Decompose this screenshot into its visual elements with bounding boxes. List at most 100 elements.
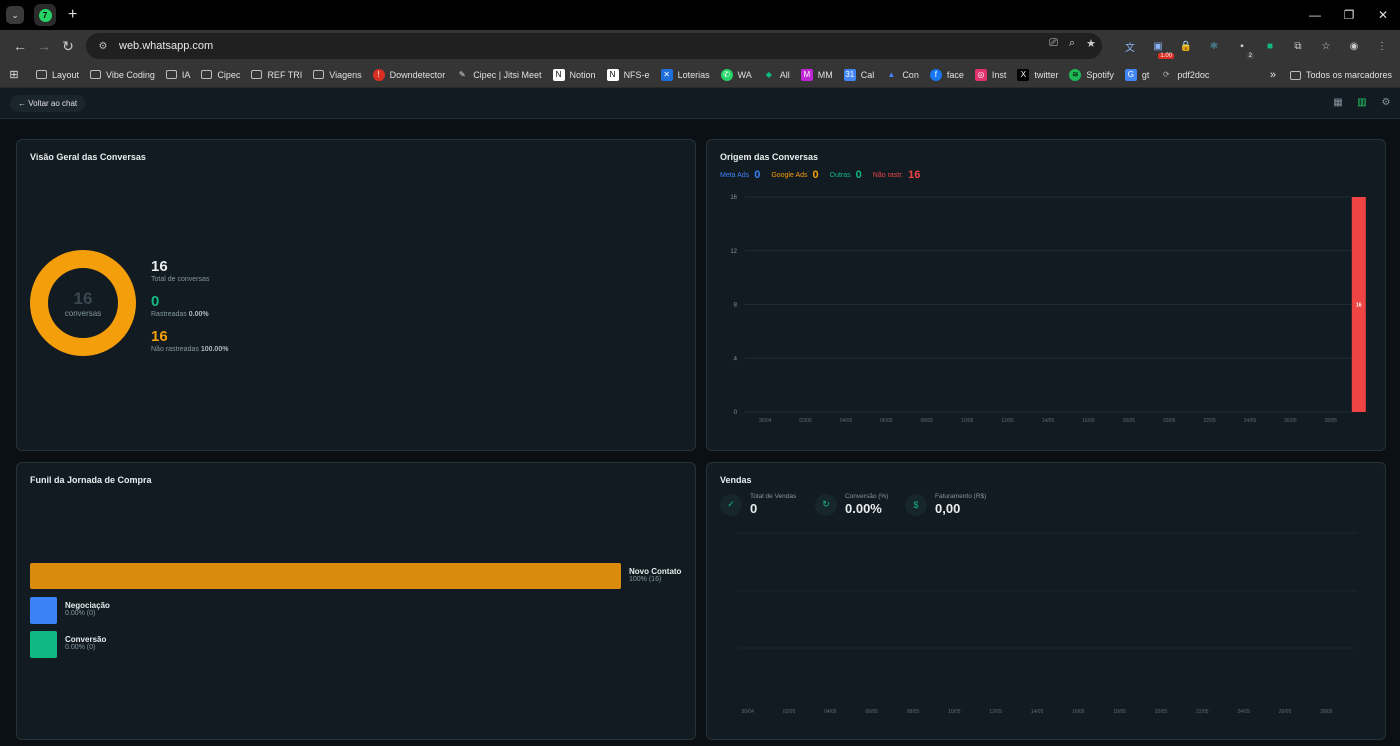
bookmark-loterias[interactable]: ✕ Loterias bbox=[660, 68, 710, 81]
x-tick-label: 26/05 bbox=[1279, 709, 1292, 715]
google-translate-icon: G bbox=[1124, 68, 1137, 81]
bookmark-ref-tri[interactable]: REF TRI bbox=[251, 70, 302, 80]
translate-extension-icon[interactable]: 文 bbox=[1120, 36, 1140, 56]
x-tick-label: 02/05 bbox=[799, 418, 812, 424]
x-tick-label: 28/05 bbox=[1320, 709, 1333, 715]
counter-extension-icon[interactable]: ▪ 2 bbox=[1232, 36, 1254, 59]
x-tick-label: 14/05 bbox=[1031, 709, 1044, 715]
tracked-value: 0 bbox=[151, 293, 160, 310]
total-stat: 16 Total de conversas bbox=[151, 258, 209, 283]
bookmark-inst[interactable]: ◎ Inst bbox=[974, 68, 1006, 81]
bookmark-nfse[interactable]: N NFS-e bbox=[606, 68, 650, 81]
bookmark-face[interactable]: f face bbox=[929, 68, 964, 81]
forward-arrow-icon[interactable]: → bbox=[32, 38, 56, 54]
react-extension-icon[interactable]: ⚛ bbox=[1204, 36, 1224, 56]
stage-name: Novo Contato bbox=[629, 567, 682, 576]
folder-icon bbox=[251, 70, 263, 79]
grid-view-icon[interactable]: ▦ bbox=[1332, 96, 1344, 108]
bookmark-gt[interactable]: Ggt bbox=[1124, 68, 1149, 81]
bookmark-vibe-coding[interactable]: Vibe Coding bbox=[90, 70, 155, 80]
bookmark-notion[interactable]: N Notion bbox=[552, 68, 596, 81]
bookmark-pdf2doc[interactable]: ⟳ pdf2doc bbox=[1160, 69, 1209, 81]
x-tick-label: 18/05 bbox=[1123, 418, 1136, 424]
x-tick-label: 02/05 bbox=[783, 709, 796, 715]
tracked-stat: 0 Rastreadas 0.00% bbox=[151, 293, 209, 318]
bookmark-all[interactable]: ◆ All bbox=[763, 69, 790, 81]
browser-tab-bar: ⌄ 7 + — ❐ ✕ bbox=[0, 0, 1400, 30]
settings-gear-icon[interactable]: ⚙ bbox=[1380, 96, 1392, 108]
app-header: ← Voltar ao chat ▦ ▥ ⚙ bbox=[0, 88, 1400, 119]
green-extension-icon[interactable]: ■ bbox=[1260, 36, 1280, 56]
x-tick-label: 22/05 bbox=[1203, 418, 1216, 424]
x-tick-label: 30/04 bbox=[759, 418, 772, 424]
x-tick-label: 20/05 bbox=[1155, 709, 1168, 715]
origin-card: Origem das Conversas Meta Ads 0 Google A… bbox=[706, 139, 1386, 451]
funnel-square-conversao bbox=[30, 631, 57, 658]
stage-sub: 0.00% (0) bbox=[65, 610, 96, 617]
calendar-icon: 31 bbox=[843, 68, 856, 81]
bookmark-twitter[interactable]: Xtwitter bbox=[1017, 68, 1058, 81]
bookmark-ia[interactable]: IA bbox=[165, 70, 190, 80]
all-bookmarks-folder[interactable]: Todos os marcadores bbox=[1289, 70, 1392, 80]
notion-icon: N bbox=[552, 68, 565, 81]
x-tick-label: 08/05 bbox=[907, 709, 920, 715]
loterias-icon: ✕ bbox=[660, 68, 673, 81]
address-bar[interactable]: ⚙ web.whatsapp.com ⎚ ⌕ ★ bbox=[86, 33, 1102, 59]
close-icon[interactable]: ✕ bbox=[1366, 0, 1400, 30]
x-tick-label: 06/05 bbox=[865, 709, 878, 715]
profile-avatar-icon[interactable]: ◉ bbox=[1344, 36, 1364, 56]
minimize-icon[interactable]: — bbox=[1298, 0, 1332, 30]
bookmarks-bar: ⊞ Layout Vibe Coding IA Cipec REF TRI Vi… bbox=[0, 62, 1400, 88]
bookmark-star-icon[interactable]: ★ bbox=[1086, 37, 1096, 50]
tab-search-button[interactable]: ⌄ bbox=[6, 6, 24, 24]
new-tab-button[interactable]: + bbox=[68, 6, 77, 24]
x-tick-label: 24/05 bbox=[1244, 418, 1257, 424]
bookmark-con[interactable]: ▲ Con bbox=[885, 69, 918, 81]
jitsi-icon: ✎ bbox=[458, 70, 466, 79]
funnel-square-negociacao bbox=[30, 597, 57, 624]
x-tick-label: 30/04 bbox=[741, 709, 754, 715]
sales-card: Vendas ✓ Total de Vendas 0 ↻ Conversão (… bbox=[706, 462, 1386, 740]
back-arrow-icon[interactable]: ← bbox=[8, 38, 32, 54]
whatsapp-tab-icon: 7 bbox=[38, 8, 52, 22]
bookmark-cipec[interactable]: Cipec bbox=[201, 70, 240, 80]
extensions-puzzle-icon[interactable]: ⧉ bbox=[1288, 36, 1308, 56]
bookmark-layout[interactable]: Layout bbox=[36, 70, 79, 80]
bookmark-downdetector[interactable]: ! Downdetector bbox=[372, 68, 445, 81]
back-to-chat-button[interactable]: ← Voltar ao chat bbox=[10, 94, 86, 112]
untracked-value: 16 bbox=[151, 328, 168, 345]
bookmark-spotify[interactable]: ≋ Spotify bbox=[1069, 68, 1114, 81]
zoom-icon[interactable]: ⌕ bbox=[1069, 37, 1075, 50]
reload-icon[interactable]: ↻ bbox=[56, 38, 80, 55]
reading-list-icon[interactable]: ☆ bbox=[1316, 36, 1336, 56]
kanban-view-icon[interactable]: ▥ bbox=[1356, 96, 1368, 108]
stage-sub: 0.00% (0) bbox=[65, 644, 96, 651]
x-tick-label: 08/05 bbox=[921, 418, 934, 424]
bookmark-viagens[interactable]: Viagens bbox=[313, 70, 362, 80]
bookmark-wa[interactable]: ✆ WA bbox=[720, 68, 752, 81]
stage-name: Negociação bbox=[65, 601, 110, 610]
untracked-pct: 100.00% bbox=[200, 346, 229, 353]
donut-label: conversas bbox=[64, 308, 102, 318]
more-bookmarks-button[interactable]: » bbox=[1270, 69, 1276, 81]
apps-grid-icon[interactable]: ⊞ bbox=[8, 69, 25, 81]
bar-data-label: 16 bbox=[1356, 303, 1362, 309]
y-tick-label: 16 bbox=[730, 195, 737, 201]
browser-tab[interactable]: 7 bbox=[34, 4, 56, 26]
stage-name: Conversão bbox=[65, 635, 107, 644]
x-tick-label: 16/05 bbox=[1082, 418, 1095, 424]
menu-kebab-icon[interactable]: ⋮ bbox=[1372, 36, 1392, 56]
site-info-icon[interactable]: ⚙ bbox=[96, 39, 110, 53]
bookmark-cal[interactable]: 31 Cal bbox=[843, 68, 874, 81]
bookmark-jitsi[interactable]: ✎ Cipec | Jitsi Meet bbox=[456, 69, 542, 81]
pdf2doc-icon: ⟳ bbox=[1163, 70, 1170, 79]
alert-icon: ! bbox=[372, 68, 385, 81]
x-tick-label: 04/05 bbox=[824, 709, 837, 715]
bookmark-mm[interactable]: M MM bbox=[800, 68, 833, 81]
lock-extension-icon[interactable]: 🔒 bbox=[1176, 36, 1196, 56]
extension-badge-icon[interactable]: ▣ 1.00 bbox=[1148, 36, 1174, 59]
install-app-icon[interactable]: ⎚ bbox=[1049, 37, 1058, 50]
restore-icon[interactable]: ❐ bbox=[1332, 0, 1366, 30]
y-tick-label: 12 bbox=[730, 249, 737, 255]
folder-icon bbox=[1289, 70, 1301, 80]
